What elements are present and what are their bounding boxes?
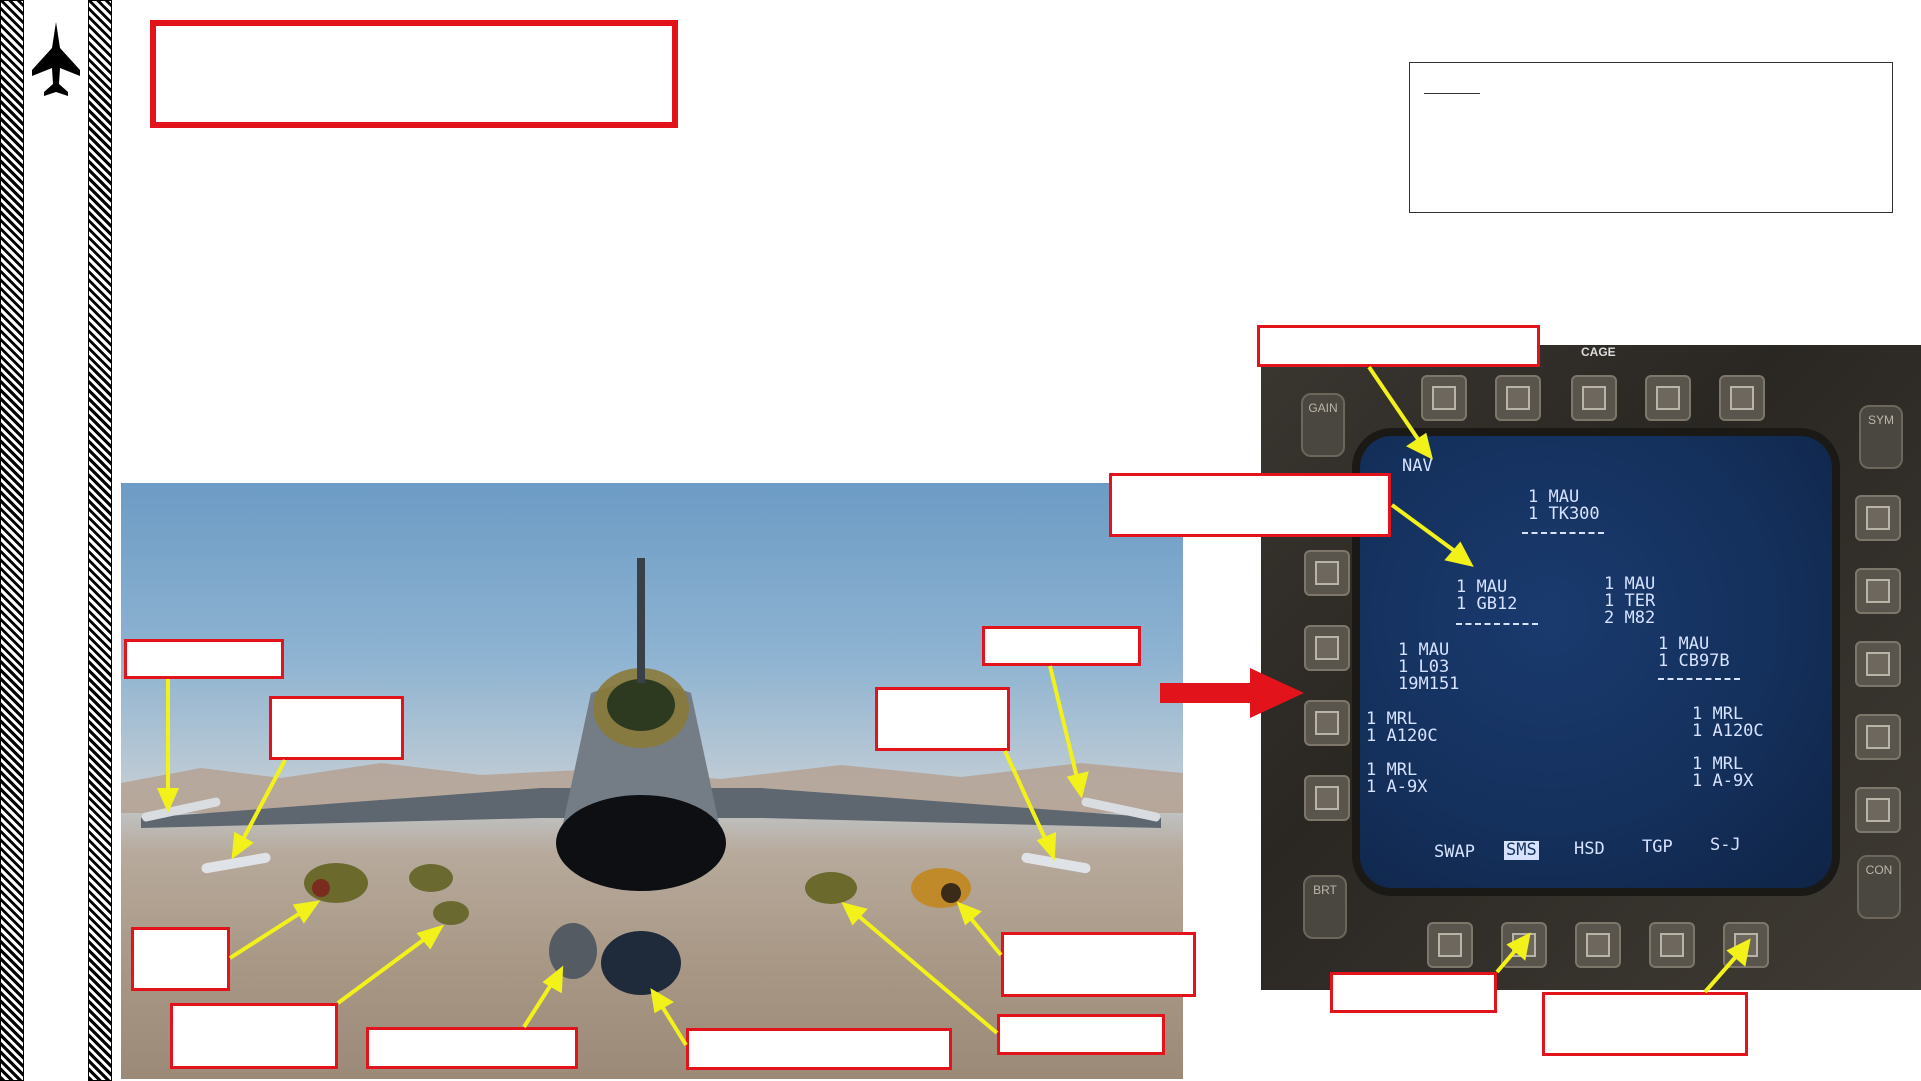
osb-right-5[interactable] xyxy=(1855,787,1901,833)
callout-box-wing-left xyxy=(269,696,404,760)
callout-box-store-4 xyxy=(686,1028,952,1070)
osb-top-4[interactable] xyxy=(1645,375,1691,421)
station-left-inner-dash xyxy=(1456,623,1538,625)
osb-right-3[interactable] xyxy=(1855,641,1901,687)
station-right-mid-dash xyxy=(1658,678,1740,680)
callout-box-station xyxy=(1109,473,1391,537)
tab-swap[interactable]: SWAP xyxy=(1434,844,1475,861)
sym-rocker-label: SYM xyxy=(1867,413,1894,427)
callout-box-store-5 xyxy=(1001,932,1196,997)
mfd-cage-label: CAGE xyxy=(1581,345,1616,359)
osb-bottom-1[interactable] xyxy=(1427,922,1473,968)
station-right-tip-line2: 1 A-9X xyxy=(1692,771,1754,791)
mode-label: NAV xyxy=(1402,456,1433,476)
callout-box-wingtip-left xyxy=(124,639,284,679)
osb-top-5[interactable] xyxy=(1719,375,1765,421)
osb-bottom-4[interactable] xyxy=(1649,922,1695,968)
note-box xyxy=(1409,62,1893,213)
tab-tgp[interactable]: TGP xyxy=(1642,839,1673,856)
callout-box-store-1 xyxy=(131,927,230,991)
station-left-wing-line2: 1 A120C xyxy=(1366,726,1438,746)
osb-bottom-2[interactable] xyxy=(1501,922,1547,968)
jet-icon xyxy=(28,20,84,104)
con-rocker-label: CON xyxy=(1865,863,1893,877)
osb-left-4[interactable] xyxy=(1304,700,1350,746)
callout-box-osb-swap xyxy=(1330,972,1497,1013)
sym-rocker[interactable]: SYM xyxy=(1859,405,1903,469)
callout-box-store-2 xyxy=(170,1003,338,1069)
station-left-tip-line2: 1 A-9X xyxy=(1366,777,1428,797)
osb-right-2[interactable] xyxy=(1855,568,1901,614)
osb-top-1[interactable] xyxy=(1421,375,1467,421)
callout-box-mode xyxy=(1257,325,1540,367)
tab-sms[interactable]: SMS xyxy=(1504,841,1539,860)
osb-top-3[interactable] xyxy=(1571,375,1617,421)
callout-box-store-3 xyxy=(366,1027,578,1069)
left-rail-outer xyxy=(0,0,24,1081)
gain-rocker[interactable]: GAIN xyxy=(1301,393,1345,457)
station-right-wing-line2: 1 A120C xyxy=(1692,721,1764,741)
station-center-top-dash xyxy=(1522,532,1604,534)
note-box-rule xyxy=(1424,93,1480,94)
brt-rocker-label: BRT xyxy=(1313,883,1337,897)
osb-left-3[interactable] xyxy=(1304,625,1350,671)
callout-box-osb-sj xyxy=(1542,992,1748,1056)
station-left-inner-line2: 1 GB12 xyxy=(1456,594,1518,614)
callout-box-wing-right xyxy=(875,687,1010,751)
title-callout-box xyxy=(150,20,678,128)
osb-top-2[interactable] xyxy=(1495,375,1541,421)
tab-sj[interactable]: S-J xyxy=(1710,837,1741,854)
station-center-top-line2: 1 TK300 xyxy=(1528,504,1600,524)
mfd-screen: NAV 1 MAU 1 TK300 1 MAU 1 GB12 1 MAU 1 T… xyxy=(1352,428,1840,896)
osb-right-1[interactable] xyxy=(1855,495,1901,541)
osb-left-2[interactable] xyxy=(1304,550,1350,596)
gain-rocker-label: GAIN xyxy=(1308,401,1338,415)
callout-box-wingtip-right xyxy=(982,626,1141,666)
osb-bottom-5[interactable] xyxy=(1723,922,1769,968)
con-rocker[interactable]: CON xyxy=(1857,855,1901,919)
osb-left-5[interactable] xyxy=(1304,775,1350,821)
callout-box-store-6 xyxy=(997,1014,1165,1055)
osb-bottom-3[interactable] xyxy=(1575,922,1621,968)
station-right-inner-line3: 2 M82 xyxy=(1604,608,1656,628)
left-rail-inner xyxy=(88,0,112,1081)
station-right-mid-line2: 1 CB97B xyxy=(1658,651,1730,671)
brt-rocker[interactable]: BRT xyxy=(1303,875,1347,939)
tab-hsd[interactable]: HSD xyxy=(1574,841,1605,858)
osb-right-4[interactable] xyxy=(1855,714,1901,760)
mfd-panel: CAGE GAIN SYM BRT CON NAV 1 MAU 1 TK300 … xyxy=(1261,345,1921,990)
station-left-mid-line3: 19M151 xyxy=(1398,674,1460,694)
